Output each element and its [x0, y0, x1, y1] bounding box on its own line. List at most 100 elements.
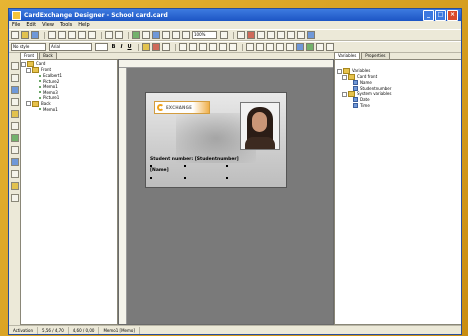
layer-up-icon[interactable]: [257, 31, 265, 39]
font-combo[interactable]: Arial: [49, 43, 92, 51]
cardexchange-logo[interactable]: EXCHANGE: [154, 101, 210, 114]
expand-icon[interactable]: [342, 91, 347, 97]
signature-tool-icon[interactable]: [11, 170, 19, 178]
line-tool-icon[interactable]: [11, 122, 19, 130]
ungroup-icon[interactable]: [162, 31, 170, 39]
align-icon[interactable]: [142, 31, 150, 39]
image-tool-icon[interactable]: [11, 98, 19, 106]
expand-icon[interactable]: [26, 101, 31, 106]
close-button[interactable]: ×: [447, 9, 458, 21]
font-size-combo[interactable]: [95, 43, 108, 51]
text-tool-icon[interactable]: [11, 74, 19, 82]
paste-icon[interactable]: [88, 31, 96, 39]
fill-color-icon[interactable]: [142, 43, 150, 51]
pointer-icon[interactable]: [11, 62, 19, 70]
selection-handle[interactable]: [184, 165, 186, 167]
selection-handle[interactable]: [226, 165, 228, 167]
design-canvas[interactable]: EXCHANGE Student number: [Studentnumber]…: [118, 59, 334, 325]
menu-file[interactable]: File: [12, 22, 20, 28]
cut-icon[interactable]: [68, 31, 76, 39]
picture-tool-icon[interactable]: [11, 110, 19, 118]
selection-handle[interactable]: [184, 177, 186, 179]
menu-help[interactable]: Help: [78, 22, 89, 28]
barcode-tool-icon[interactable]: [11, 158, 19, 166]
menu-view[interactable]: View: [42, 22, 54, 28]
expand-icon[interactable]: [337, 68, 342, 74]
side-tabs: Front Back: [20, 52, 58, 59]
photo-placeholder[interactable]: [240, 102, 280, 150]
image-icon[interactable]: [286, 43, 294, 51]
barcode-icon[interactable]: [296, 43, 304, 51]
variable-item[interactable]: Time: [337, 103, 461, 109]
card-design[interactable]: EXCHANGE Student number: [Studentnumber]…: [145, 92, 287, 188]
more-icon[interactable]: [326, 43, 334, 51]
line-color-icon[interactable]: [162, 43, 170, 51]
align-center-icon[interactable]: [189, 43, 197, 51]
redo-icon[interactable]: [115, 31, 123, 39]
selection-handle[interactable]: [150, 177, 152, 179]
underline-button[interactable]: U: [127, 44, 132, 50]
copy-icon[interactable]: [78, 31, 86, 39]
save-icon[interactable]: [31, 31, 39, 39]
new-icon[interactable]: [11, 31, 19, 39]
align-left-icon[interactable]: [179, 43, 187, 51]
expand-icon[interactable]: [21, 61, 26, 67]
line-icon[interactable]: [246, 43, 254, 51]
selection-handle[interactable]: [226, 177, 228, 179]
encode-icon[interactable]: [247, 31, 255, 39]
fit-page-icon[interactable]: [220, 31, 228, 39]
layer-down-icon[interactable]: [267, 31, 275, 39]
text-icon[interactable]: [276, 43, 284, 51]
chart-icon[interactable]: [306, 43, 314, 51]
align-right-icon[interactable]: [199, 43, 207, 51]
tab-front[interactable]: Front: [20, 52, 39, 59]
grid-icon[interactable]: [132, 31, 140, 39]
signature-icon[interactable]: [316, 43, 324, 51]
student-number-label[interactable]: Student number: [Studentnumber]: [150, 157, 239, 162]
help-icon[interactable]: [307, 31, 315, 39]
status-mode: Activation: [9, 327, 39, 334]
minimize-button[interactable]: _: [423, 9, 434, 21]
menu-tools[interactable]: Tools: [60, 22, 72, 28]
zoom-in-icon[interactable]: [172, 31, 180, 39]
fingerprint-tool-icon[interactable]: [11, 182, 19, 190]
expand-icon[interactable]: [342, 74, 347, 80]
open-icon[interactable]: [21, 31, 29, 39]
rectangle-tool-icon[interactable]: [11, 134, 19, 142]
menu-bar: File Edit View Tools Help: [9, 21, 461, 29]
rectangle-icon[interactable]: [256, 43, 264, 51]
italic-button[interactable]: I: [119, 44, 124, 50]
valign-bottom-icon[interactable]: [229, 43, 237, 51]
font-color-icon[interactable]: [152, 43, 160, 51]
print-preview-icon[interactable]: [58, 31, 66, 39]
database-icon[interactable]: [237, 31, 245, 39]
undo-icon[interactable]: [105, 31, 113, 39]
bold-button[interactable]: B: [111, 44, 116, 50]
justify-icon[interactable]: [209, 43, 217, 51]
valign-top-icon[interactable]: [219, 43, 227, 51]
ellipse-icon[interactable]: [266, 43, 274, 51]
zoom-out-icon[interactable]: [182, 31, 190, 39]
magstripe-tool-icon[interactable]: [11, 194, 19, 202]
print-icon[interactable]: [48, 31, 56, 39]
maximize-button[interactable]: □: [435, 9, 446, 21]
name-field[interactable]: [Name]: [150, 168, 169, 173]
rotate-icon[interactable]: [277, 31, 285, 39]
selection-handle[interactable]: [150, 165, 152, 167]
toolbar-separator: [128, 31, 129, 39]
menu-edit[interactable]: Edit: [26, 22, 36, 28]
flip-icon[interactable]: [287, 31, 295, 39]
group-icon[interactable]: [152, 31, 160, 39]
ellipse-tool-icon[interactable]: [11, 146, 19, 154]
tab-variables[interactable]: Variables: [334, 52, 361, 59]
toolbar-separator: [101, 31, 102, 39]
expand-icon[interactable]: [26, 67, 31, 73]
tab-back[interactable]: Back: [39, 52, 57, 59]
lock-icon[interactable]: [297, 31, 305, 39]
zoom-combo[interactable]: 100%: [192, 31, 217, 39]
tree-item[interactable]: Memo1: [21, 107, 117, 113]
field-icon: [353, 97, 358, 103]
memo-tool-icon[interactable]: [11, 86, 19, 94]
tab-properties[interactable]: Properties: [361, 52, 390, 59]
style-combo[interactable]: No style: [11, 43, 46, 51]
